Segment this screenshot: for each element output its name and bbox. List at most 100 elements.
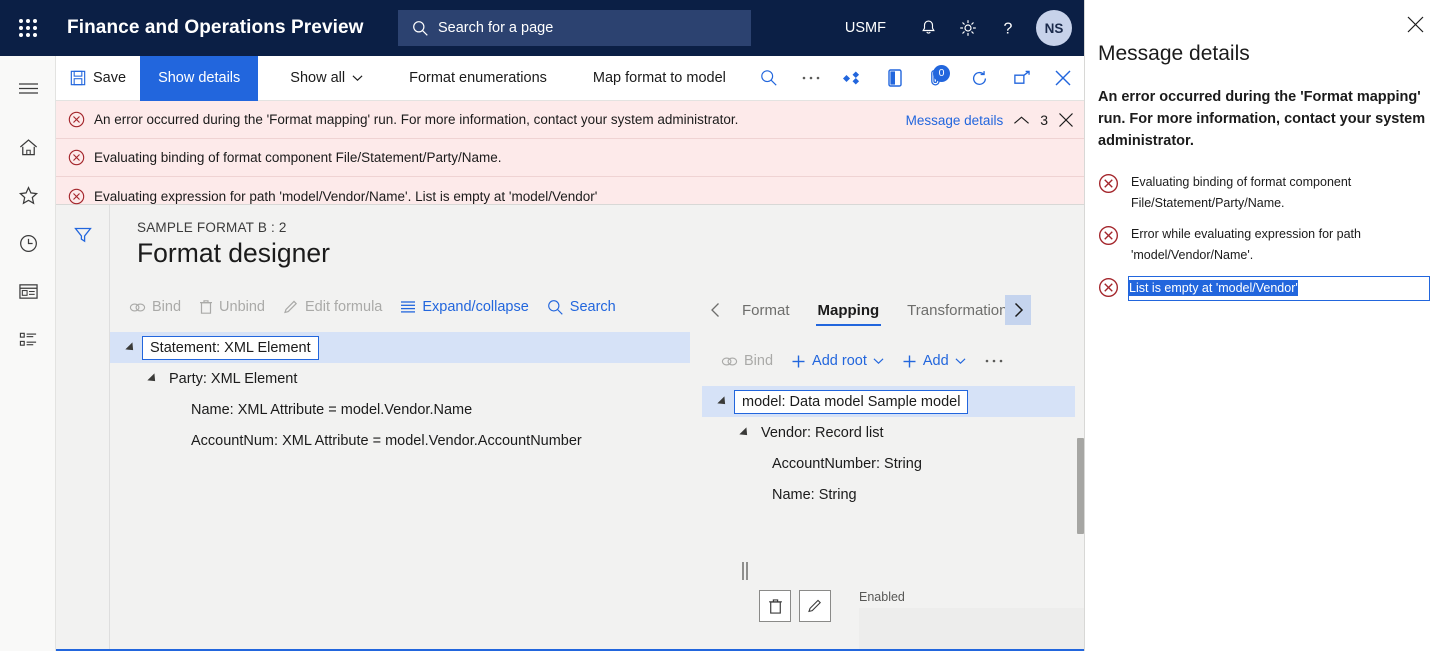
delete-button[interactable] — [759, 590, 791, 622]
tab-format[interactable]: Format — [728, 291, 804, 329]
link-icon — [129, 301, 146, 314]
expand-twisty-icon[interactable] — [120, 341, 142, 354]
expand-twisty-icon[interactable] — [734, 426, 756, 439]
close-icon[interactable] — [1058, 112, 1074, 128]
tree-row-label: Vendor: Record list — [761, 424, 884, 441]
tab-mapping[interactable]: Mapping — [804, 291, 894, 329]
tree-row-label: AccountNumber: String — [772, 455, 922, 472]
filter-funnel-icon[interactable] — [63, 218, 103, 252]
workspace: SAMPLE FORMAT B : 2 Format designer Bind — [56, 205, 1109, 651]
add-button[interactable]: Add — [893, 346, 975, 376]
chevron-left-icon[interactable] — [702, 292, 728, 328]
list-icon[interactable] — [0, 315, 56, 363]
tree-row[interactable]: Name: XML Attribute = model.Vendor.Name — [110, 394, 690, 425]
search-icon — [412, 20, 429, 37]
search-input[interactable]: Search for a page — [398, 10, 751, 46]
page-content: SAMPLE FORMAT B : 2 Format designer Bind — [110, 205, 1109, 651]
tree-row[interactable]: model: Data model Sample model — [702, 386, 1084, 417]
tree-row-label: Statement: XML Element — [142, 335, 319, 360]
edit-formula-button[interactable]: Edit formula — [274, 292, 391, 322]
tree-row[interactable]: Statement: XML Element — [110, 332, 690, 363]
tree-row-label: Name: String — [772, 486, 857, 503]
search-icon — [547, 299, 564, 316]
list-item-text: Error while evaluating expression for pa… — [1131, 227, 1361, 262]
tree-row[interactable]: Vendor: Record list — [702, 417, 1084, 448]
open-in-office-icon[interactable] — [874, 56, 916, 101]
format-tree-commands: Bind Unbind Edit formula Expand/collapse… — [110, 290, 690, 324]
app-launcher-icon[interactable] — [0, 0, 56, 56]
overflow-ellipsis-icon[interactable] — [790, 56, 832, 101]
workspace-icon[interactable] — [0, 267, 56, 315]
gear-icon[interactable] — [948, 0, 988, 56]
message-count: 3 — [1040, 112, 1048, 128]
company-selector[interactable]: USMF — [845, 20, 886, 36]
tree-row[interactable]: AccountNumber: String — [702, 448, 1084, 479]
chevron-right-icon[interactable] — [1005, 295, 1032, 325]
message-row: Evaluating binding of format component F… — [56, 139, 1084, 177]
avatar[interactable]: NS — [1036, 10, 1072, 46]
save-button[interactable]: Save — [56, 56, 140, 101]
clock-icon[interactable] — [0, 219, 56, 267]
question-mark-icon[interactable]: ? — [988, 0, 1028, 56]
bind-label: Bind — [744, 353, 774, 369]
enabled-field: Enabled — [859, 590, 1109, 650]
attachments-icon[interactable]: 0 — [916, 56, 958, 101]
close-icon[interactable] — [1401, 10, 1429, 38]
close-icon[interactable] — [1042, 56, 1084, 101]
expand-collapse-button[interactable]: Expand/collapse — [391, 292, 537, 322]
map-format-to-model-button[interactable]: Map format to model — [579, 56, 740, 101]
panel-error-list: Evaluating binding of format component F… — [1085, 170, 1443, 311]
pencil-icon — [283, 299, 299, 315]
tree-scrollbar-thumb[interactable] — [1077, 438, 1084, 534]
list-item[interactable]: Evaluating binding of format component F… — [1085, 170, 1443, 222]
expand-twisty-icon[interactable] — [712, 395, 734, 408]
selected-text-highlight: List is empty at 'model/Vendor' — [1129, 280, 1298, 296]
plus-icon — [791, 354, 806, 369]
popout-icon[interactable] — [1000, 56, 1042, 101]
tree-row[interactable]: Name: String — [702, 479, 1084, 510]
enabled-input[interactable] — [859, 608, 1109, 650]
share-icon[interactable] — [832, 56, 874, 101]
format-enumerations-button[interactable]: Format enumerations — [395, 56, 561, 101]
save-label: Save — [93, 70, 127, 86]
breadcrumb: SAMPLE FORMAT B : 2 — [137, 220, 287, 235]
link-icon — [721, 355, 738, 368]
expand-twisty-icon[interactable] — [142, 372, 164, 385]
top-navigation-bar: Finance and Operations Preview Search fo… — [0, 0, 1084, 56]
error-circle-icon — [68, 149, 85, 166]
tree-row[interactable]: AccountNum: XML Attribute = model.Vendor… — [110, 425, 690, 456]
home-icon[interactable] — [0, 123, 56, 171]
unbind-button[interactable]: Unbind — [190, 292, 274, 322]
list-item[interactable]: List is empty at 'model/Vendor' — [1085, 274, 1443, 311]
tree-row[interactable]: Party: XML Element — [110, 363, 690, 394]
bind-button[interactable]: Bind — [712, 346, 782, 376]
unbind-label: Unbind — [219, 299, 265, 315]
attachments-count-badge: 0 — [933, 64, 950, 82]
overflow-ellipsis-icon[interactable] — [975, 346, 1013, 376]
trash-icon — [199, 299, 213, 315]
search-button[interactable]: Search — [538, 292, 625, 322]
hamburger-icon[interactable] — [0, 64, 56, 112]
star-icon[interactable] — [0, 171, 56, 219]
bind-button[interactable]: Bind — [120, 292, 190, 322]
show-all-button[interactable]: Show all — [276, 56, 377, 101]
panel-summary: An error occurred during the 'Format map… — [1098, 89, 1426, 149]
mapping-properties: Enabled — [759, 590, 1109, 650]
message-details-link[interactable]: Message details — [906, 113, 1004, 128]
mapping-tabs: Format Mapping Transformations — [702, 290, 1084, 330]
refresh-icon[interactable] — [958, 56, 1000, 101]
bell-icon[interactable] — [908, 0, 948, 56]
error-circle-icon — [68, 188, 85, 205]
tree-scrollbar[interactable] — [1075, 386, 1084, 536]
chevron-up-icon[interactable] — [1013, 115, 1030, 126]
add-root-button[interactable]: Add root — [782, 346, 893, 376]
tree-row-label: Party: XML Element — [169, 370, 298, 387]
message-details-panel: Message details An error occurred during… — [1084, 0, 1443, 651]
plus-icon — [902, 354, 917, 369]
tab-transformations[interactable]: Transformations — [893, 291, 1005, 329]
expand-collapse-label: Expand/collapse — [422, 299, 529, 315]
list-item[interactable]: Error while evaluating expression for pa… — [1085, 222, 1443, 274]
edit-button[interactable] — [799, 590, 831, 622]
search-icon[interactable] — [748, 56, 790, 101]
show-details-button[interactable]: Show details — [140, 55, 259, 101]
